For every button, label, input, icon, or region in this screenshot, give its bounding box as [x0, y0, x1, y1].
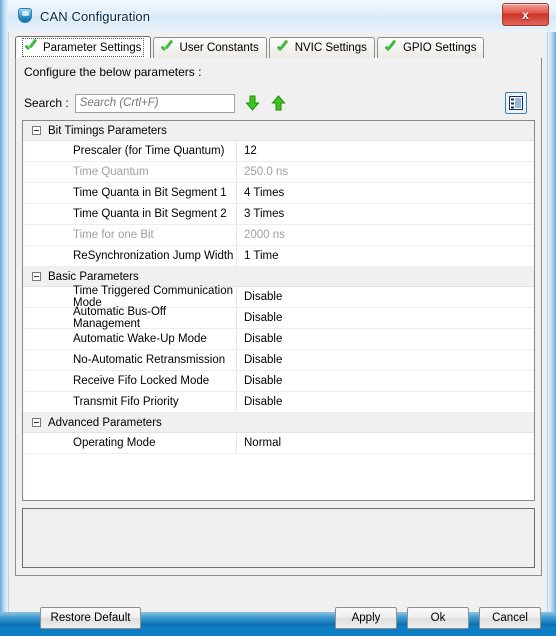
tab-user-constants[interactable]: User Constants — [153, 37, 267, 58]
button-label: Restore Default — [50, 612, 131, 624]
param-value[interactable]: Disable — [237, 375, 282, 387]
table-row[interactable]: ReSynchronization Jump Width 1 Time — [23, 246, 534, 267]
param-value: 2000 ns — [244, 229, 285, 241]
param-value[interactable]: 1 Time — [237, 250, 279, 262]
button-label: Apply — [351, 612, 381, 624]
collapse-icon[interactable] — [32, 272, 41, 281]
table-row[interactable]: Automatic Bus-Off Management Disable — [23, 306, 534, 330]
param-value[interactable]: Disable — [237, 333, 282, 345]
tree-group-header[interactable]: Bit Timings Parameters — [23, 121, 534, 141]
window-title: CAN Configuration — [40, 8, 151, 24]
param-value[interactable]: 12 — [237, 145, 257, 157]
table-row[interactable]: Prescaler (for Time Quantum) 12 — [23, 141, 534, 162]
param-name: No-Automatic Retransmission — [73, 354, 226, 366]
table-row[interactable]: Automatic Wake-Up Mode Disable — [23, 329, 534, 350]
table-row[interactable]: Time Triggered Communication Mode Disabl… — [23, 285, 534, 309]
param-value: 250.0 ns — [244, 166, 289, 178]
param-value[interactable]: 3 Times — [237, 208, 284, 220]
tab-label: User Constants — [179, 42, 259, 54]
title-bar[interactable]: CAN Configuration x — [8, 0, 556, 32]
tab-nvic-settings[interactable]: NVIC Settings — [268, 37, 375, 58]
param-name: Transmit Fifo Priority — [73, 396, 179, 408]
param-value[interactable]: Disable — [237, 396, 282, 408]
instruction-text: Configure the below parameters : — [24, 65, 202, 79]
table-row: Time Quantum 250.0 ns — [23, 162, 534, 183]
table-row[interactable]: Operating Mode Normal — [23, 433, 534, 454]
tree-group-title: Basic Parameters — [48, 270, 139, 283]
tab-strip: Parameter Settings User Constants NVIC S… — [15, 36, 547, 58]
param-name: Time Quantum — [73, 166, 149, 178]
table-row: Time for one Bit 2000 ns — [23, 225, 534, 246]
collapse-icon[interactable] — [32, 126, 41, 135]
param-value[interactable]: Disable — [237, 312, 282, 324]
param-name: Prescaler (for Time Quantum) — [73, 145, 225, 157]
button-label: Ok — [430, 612, 446, 624]
green-check-icon — [385, 42, 399, 55]
param-value[interactable]: Disable — [237, 291, 282, 303]
tab-label: NVIC Settings — [294, 42, 367, 54]
param-name: Time Quanta in Bit Segment 2 — [73, 208, 227, 220]
button-label: Cancel — [492, 612, 528, 624]
arrow-up-icon[interactable] — [270, 94, 287, 112]
table-row[interactable]: Receive Fifo Locked Mode Disable — [23, 371, 534, 392]
client-area: Parameter Settings User Constants NVIC S… — [8, 32, 548, 629]
tree-group-header[interactable]: Advanced Parameters — [23, 413, 534, 433]
list-view-icon[interactable] — [505, 92, 527, 114]
param-name: ReSynchronization Jump Width — [73, 250, 234, 262]
param-value[interactable]: Normal — [237, 437, 281, 449]
parameter-settings-panel: Configure the below parameters : Search … — [15, 58, 542, 629]
tree-group-title: Advanced Parameters — [48, 416, 162, 429]
table-row[interactable]: No-Automatic Retransmission Disable — [23, 350, 534, 371]
search-input[interactable] — [74, 93, 235, 113]
can-configuration-window: CAN Configuration x Parameter Settings U… — [0, 0, 556, 629]
close-icon: x — [522, 7, 529, 22]
tab-parameter-settings[interactable]: Parameter Settings — [15, 36, 152, 58]
param-name: Operating Mode — [73, 437, 156, 449]
tab-label: GPIO Settings — [402, 42, 477, 54]
param-name: Automatic Wake-Up Mode — [73, 333, 207, 345]
tab-gpio-settings[interactable]: GPIO Settings — [376, 37, 485, 58]
tree-group-header[interactable]: Basic Parameters — [23, 267, 534, 287]
param-name: Automatic Bus-Off Management — [73, 306, 167, 330]
tree-empty-space — [23, 454, 534, 500]
table-row[interactable]: Time Quanta in Bit Segment 2 3 Times — [23, 204, 534, 225]
table-row[interactable]: Time Quanta in Bit Segment 1 4 Times — [23, 183, 534, 204]
param-value[interactable]: 4 Times — [237, 187, 284, 199]
green-check-icon — [161, 42, 175, 55]
param-name: Time Quanta in Bit Segment 1 — [73, 187, 227, 199]
param-value[interactable]: Disable — [237, 354, 282, 366]
tree-group-title: Bit Timings Parameters — [48, 124, 167, 137]
parameter-tree[interactable]: Bit Timings Parameters Prescaler (for Ti… — [22, 120, 535, 501]
shield-icon — [17, 8, 33, 24]
close-button[interactable]: x — [502, 3, 549, 26]
param-name: Receive Fifo Locked Mode — [73, 375, 210, 387]
param-name: Time for one Bit — [73, 229, 154, 241]
detail-panel — [22, 508, 535, 568]
green-check-icon — [25, 41, 39, 54]
button-bar: Restore Default Apply Ok Cancel — [22, 604, 549, 636]
tab-label: Parameter Settings — [43, 41, 142, 54]
search-label: Search : — [24, 96, 69, 110]
arrow-down-icon[interactable] — [244, 95, 261, 112]
table-row[interactable]: Transmit Fifo Priority Disable — [23, 392, 534, 413]
search-row: Search : — [24, 90, 533, 116]
green-check-icon — [277, 42, 291, 55]
collapse-icon[interactable] — [32, 418, 41, 427]
